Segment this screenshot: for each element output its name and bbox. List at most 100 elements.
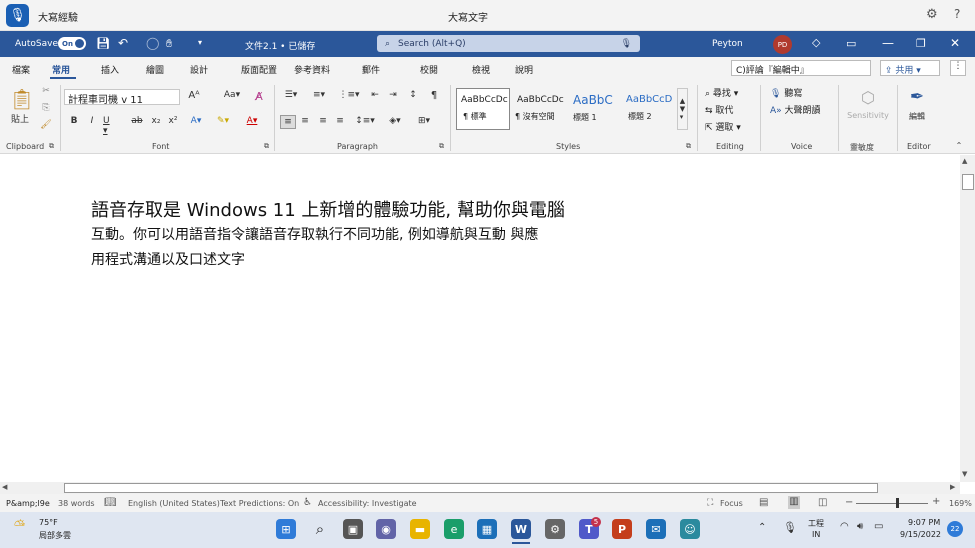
tab-help[interactable]: 說明 xyxy=(515,63,533,76)
style-no-spacing[interactable]: AaBbCcDc ¶ 沒有空間 xyxy=(512,88,566,130)
paragraph-launcher-icon[interactable]: ⧉ xyxy=(439,142,444,151)
minimize-icon[interactable]: — xyxy=(882,36,894,50)
tab-mailings[interactable]: 郵件 xyxy=(362,63,380,76)
clock-time[interactable]: 9:07 PM xyxy=(908,518,940,527)
read-aloud-button[interactable]: A» 大聲朗讀 xyxy=(770,103,821,116)
font-name-box[interactable]: 計程車司機 v 11 xyxy=(64,89,180,106)
tray-overflow-icon[interactable]: ⌃ xyxy=(758,522,766,533)
proofing-icon[interactable]: 📖︎ xyxy=(104,497,117,508)
superscript-button[interactable]: x² xyxy=(167,116,179,126)
font-launcher-icon[interactable]: ⧉ xyxy=(264,142,269,151)
select-button[interactable]: ⇱ 選取 ▾ xyxy=(705,120,741,133)
borders-icon[interactable]: ⊞▾ xyxy=(413,116,435,126)
ime-language[interactable]: IN xyxy=(812,530,820,539)
scroll-up-arrow[interactable]: ▲ xyxy=(962,157,967,165)
cut-icon[interactable]: ✂ xyxy=(40,86,52,96)
read-mode-icon[interactable]: ▤ xyxy=(759,497,768,508)
zoom-slider-thumb[interactable] xyxy=(896,498,899,508)
wifi-icon[interactable]: ◠ xyxy=(840,521,849,532)
vertical-scrollbar[interactable] xyxy=(960,155,975,482)
settings-taskbar-icon[interactable]: ⚙ xyxy=(545,519,565,539)
redo-icon[interactable]: ◯ xyxy=(146,36,159,50)
paste-label[interactable]: 貼上 xyxy=(10,112,30,125)
highlight-icon[interactable]: ✎▾ xyxy=(213,116,233,126)
clipboard-launcher-icon[interactable]: ⧉ xyxy=(49,142,54,151)
style-heading-1[interactable]: AaBbC 標題 1 xyxy=(568,88,622,130)
focus-button[interactable]: Focus xyxy=(720,499,743,508)
edge-icon[interactable]: e xyxy=(444,519,464,539)
tab-file[interactable]: 檔案 xyxy=(12,63,30,76)
tab-references[interactable]: 參考資料 xyxy=(294,63,330,76)
language-status[interactable]: English (United States) xyxy=(128,499,220,508)
paste-icon[interactable]: 📋︎ xyxy=(8,86,36,112)
show-marks-icon[interactable]: ¶ xyxy=(428,90,440,101)
find-button[interactable]: ⌕ 尋找 ▾ xyxy=(705,86,738,99)
dictate-search-icon[interactable]: 🎙︎ xyxy=(621,39,632,49)
microphone-icon[interactable]: 🎙 xyxy=(6,4,29,27)
horizontal-scroll-thumb[interactable] xyxy=(64,483,878,493)
battery-icon[interactable]: ▭ xyxy=(874,521,883,532)
change-case-icon[interactable]: Aa▾ xyxy=(222,90,242,100)
tab-review[interactable]: 校閱 xyxy=(420,63,438,76)
tab-design[interactable]: 設計 xyxy=(190,63,208,76)
premium-diamond-icon[interactable]: ◇ xyxy=(812,36,820,49)
settings-icon[interactable]: ⚙ xyxy=(926,7,938,22)
sensitivity-icon[interactable]: ⬡ xyxy=(856,86,880,108)
subscript-button[interactable]: x₂ xyxy=(150,116,162,126)
more-options-button[interactable]: ⋮ xyxy=(950,60,966,76)
underline-button[interactable]: U ▾ xyxy=(103,116,115,136)
style-normal[interactable]: AaBbCcDc ¶ 標準 xyxy=(456,88,510,130)
styles-scroll[interactable]: ▲ ▼ ▾ xyxy=(677,88,688,130)
ime-mode[interactable]: 工程 xyxy=(808,518,824,529)
clock-date[interactable]: 9/15/2022 xyxy=(900,530,941,539)
web-layout-icon[interactable]: ◫ xyxy=(818,497,827,508)
scroll-down-arrow[interactable]: ▼ xyxy=(962,470,967,478)
grow-font-icon[interactable]: Aᴬ xyxy=(186,90,202,101)
comments-button[interactable]: C)評論『編輯中』 xyxy=(731,60,871,76)
ribbon-display-icon[interactable]: ▭ xyxy=(846,37,856,50)
restore-icon[interactable]: ❐ xyxy=(916,37,926,50)
style-heading-2[interactable]: AaBbCcD 標題 2 xyxy=(623,88,675,130)
scroll-left-arrow[interactable]: ◀ xyxy=(2,483,7,491)
search-input[interactable]: ⌕ Search (Alt+Q) 🎙︎ xyxy=(377,35,640,52)
task-view-icon[interactable]: ▣ xyxy=(343,519,363,539)
accessibility-status[interactable]: Accessibility: Investigate xyxy=(318,499,417,508)
print-layout-icon[interactable]: ▥ xyxy=(788,496,800,509)
replace-button[interactable]: ⇆ 取代 xyxy=(705,103,733,116)
people-icon[interactable]: ☺ xyxy=(680,519,700,539)
autosave-toggle[interactable]: On xyxy=(58,37,86,50)
vertical-scroll-thumb[interactable] xyxy=(962,174,974,190)
zoom-slider-track[interactable] xyxy=(856,503,928,504)
tab-view[interactable]: 檢視 xyxy=(472,63,490,76)
weather-icon[interactable]: ⛅︎ xyxy=(14,518,25,534)
avatar[interactable]: PD xyxy=(773,35,792,54)
line-spacing-icon[interactable]: ↕≡▾ xyxy=(354,116,376,126)
word-count[interactable]: 38 words xyxy=(58,499,95,508)
tab-draw[interactable]: 繪圖 xyxy=(146,63,164,76)
editor-label[interactable]: 編輯 xyxy=(904,111,930,122)
store-icon[interactable]: ▦ xyxy=(477,519,497,539)
dictate-button[interactable]: 🎙︎ 聽寫 xyxy=(770,86,802,99)
shading-icon[interactable]: ◈▾ xyxy=(384,116,406,126)
focus-icon[interactable]: ⛶ xyxy=(707,498,713,508)
help-icon[interactable]: ? xyxy=(954,7,960,21)
editor-icon[interactable]: ✒ xyxy=(904,86,930,108)
document-line-1[interactable]: 語音存取是 Windows 11 上新增的體驗功能, 幫助你與電腦 xyxy=(91,196,565,222)
share-button[interactable]: ⇪ 共用 ▾ xyxy=(880,60,940,76)
weather-condition[interactable]: 局部多雲 xyxy=(39,530,71,541)
tab-layout[interactable]: 版面配置 xyxy=(241,63,277,76)
sort-icon[interactable]: ↕ xyxy=(406,90,420,100)
collapse-ribbon-icon[interactable]: ⌃ xyxy=(954,141,964,150)
document-line-3[interactable]: 用程式溝通以及口述文字 xyxy=(91,249,245,269)
zoom-out-icon[interactable]: − xyxy=(845,497,853,508)
bold-button[interactable]: B xyxy=(68,116,80,126)
start-icon[interactable]: ⊞ xyxy=(276,519,296,539)
increase-indent-icon[interactable]: ⇥ xyxy=(386,90,400,100)
document-line-2[interactable]: 互動。你可以用語音指令讓語音存取執行不同功能, 例如導航與互動 與應 xyxy=(91,224,538,244)
numbering-icon[interactable]: ≡▾ xyxy=(308,90,330,100)
tray-mic-icon[interactable]: 🎙︎ xyxy=(783,521,797,534)
save-icon[interactable]: 💾︎ xyxy=(96,37,110,50)
accessibility-icon[interactable]: ♿︎ xyxy=(303,497,312,508)
align-right-icon[interactable]: ≡ xyxy=(316,116,330,126)
justify-icon[interactable]: ≡ xyxy=(333,116,347,126)
